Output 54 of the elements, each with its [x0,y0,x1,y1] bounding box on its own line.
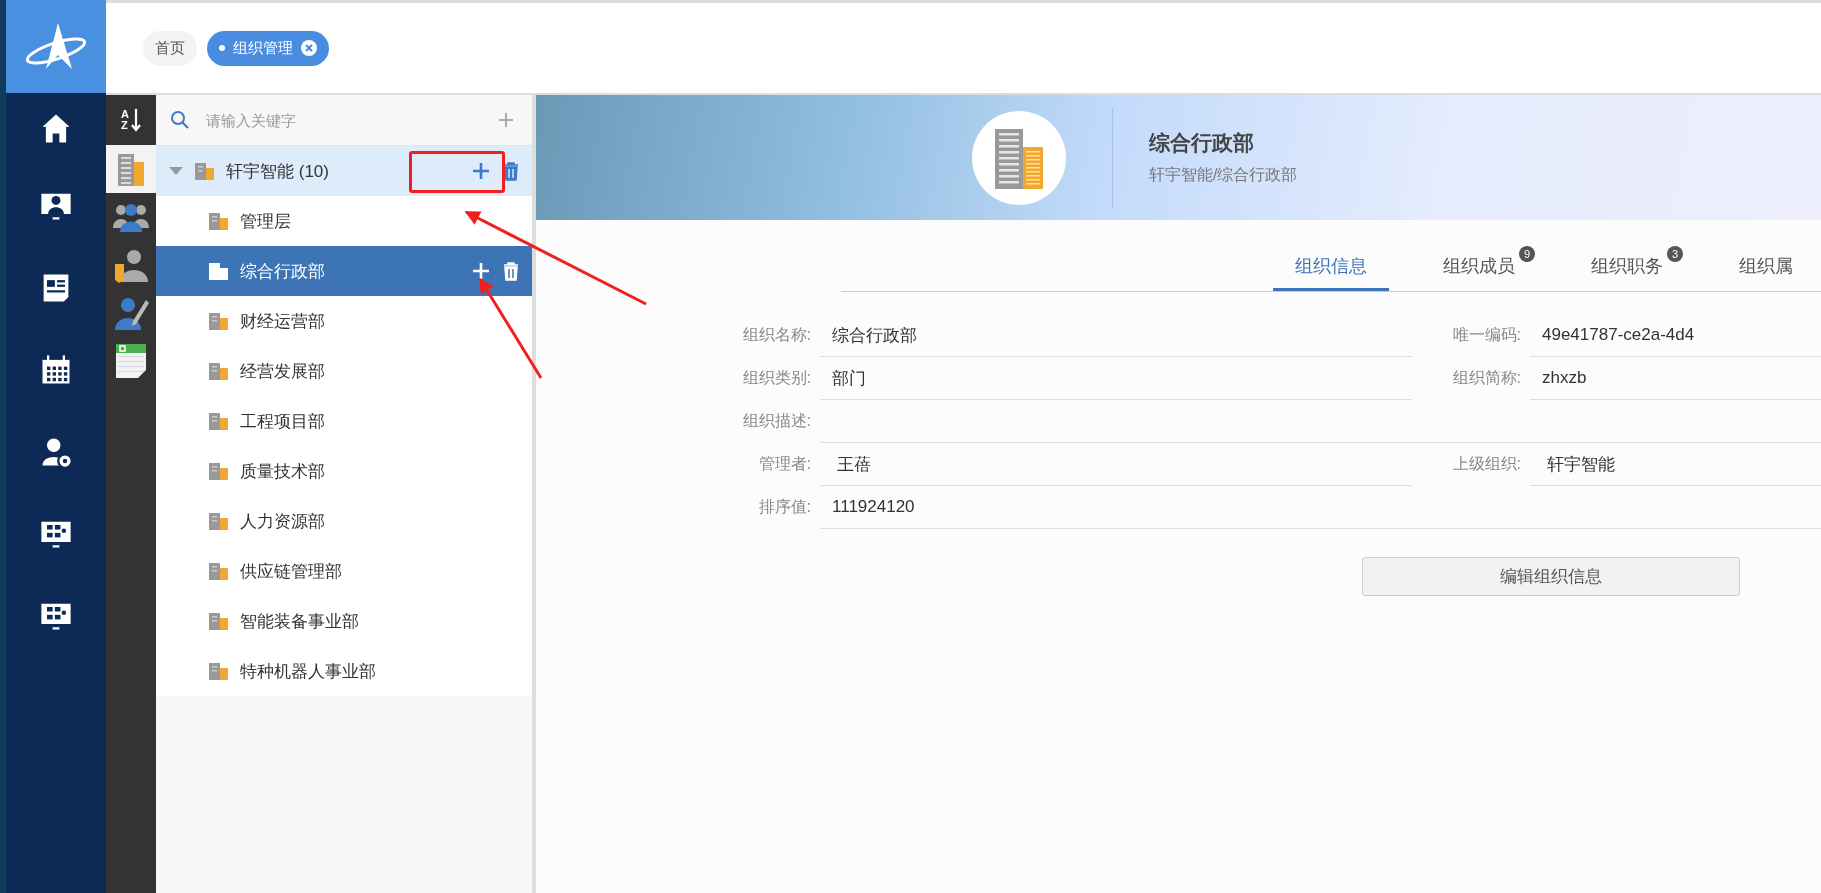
field-value: 111924120 [820,486,1821,529]
count-badge: 9 [1519,246,1535,262]
field-label: 组织描述: [741,410,811,431]
org-title: 综合行政部 [1149,130,1255,156]
tree-item[interactable]: 特种机器人事业部 [156,646,532,696]
info-tab[interactable]: 组织属 [1717,242,1815,291]
field-value: zhxzb [1530,357,1821,400]
building-icon [208,462,230,480]
field-value: 综合行政部 [820,314,1412,357]
field-value: 部门 [820,357,1412,400]
count-badge: 3 [1667,246,1683,262]
building-icon [208,312,230,330]
field-label: 唯一编码: [1451,324,1521,345]
trash-icon[interactable] [502,161,520,181]
info-tab[interactable]: 组织信息 [1273,242,1389,291]
search-input[interactable]: 请输入关键字 [204,110,484,130]
search-icon [170,110,190,130]
building-icon [208,262,230,280]
org-path: 轩宇智能/综合行政部 [1149,165,1298,185]
add-icon[interactable] [472,162,490,180]
field-value: 王蓓 [820,443,1412,486]
building-icon [208,512,230,530]
down-arrow-icon [130,108,141,132]
field-label: 组织简称: [1451,367,1521,388]
field-label: 组织类别: [741,367,811,388]
tree-item[interactable]: 财经运营部 [156,296,532,346]
sort-button[interactable]: A Z [106,95,156,145]
tree-item[interactable]: 管理层 [156,196,532,246]
field-value: 轩宇智能 [1530,443,1821,486]
building-icon [208,212,230,230]
field-label: 管理者: [757,453,811,474]
building-icon [208,612,230,630]
building-icon [208,562,230,580]
building-icon [194,162,216,180]
info-tab[interactable]: 组织职务 3 [1569,242,1685,291]
tree-item[interactable]: 质量技术部 [156,446,532,496]
building-icon [208,412,230,430]
info-tab[interactable]: 组织成员 9 [1421,242,1537,291]
field-label: 排序值: [757,496,811,517]
tree-item[interactable]: 轩宇智能 (10) [156,146,532,196]
tree-item[interactable]: 智能装备事业部 [156,596,532,646]
field-label: 上级组织: [1451,453,1521,474]
field-label: 组织名称: [741,324,811,345]
edit-button[interactable]: 编辑组织信息 [1362,557,1740,596]
field-value: 49e41787-ce2a-4d4 [1530,314,1821,357]
tree-item[interactable]: 人力资源部 [156,496,532,546]
tree-item[interactable]: 工程项目部 [156,396,532,446]
tree-item[interactable]: 供应链管理部 [156,546,532,596]
close-icon[interactable] [301,40,317,56]
tree-item[interactable]: 经营发展部 [156,346,532,396]
search-field[interactable]: 请输入关键字 [156,95,532,146]
building-icon [208,662,230,680]
page-tab[interactable]: 首页 [143,30,197,66]
building-icon [208,362,230,380]
